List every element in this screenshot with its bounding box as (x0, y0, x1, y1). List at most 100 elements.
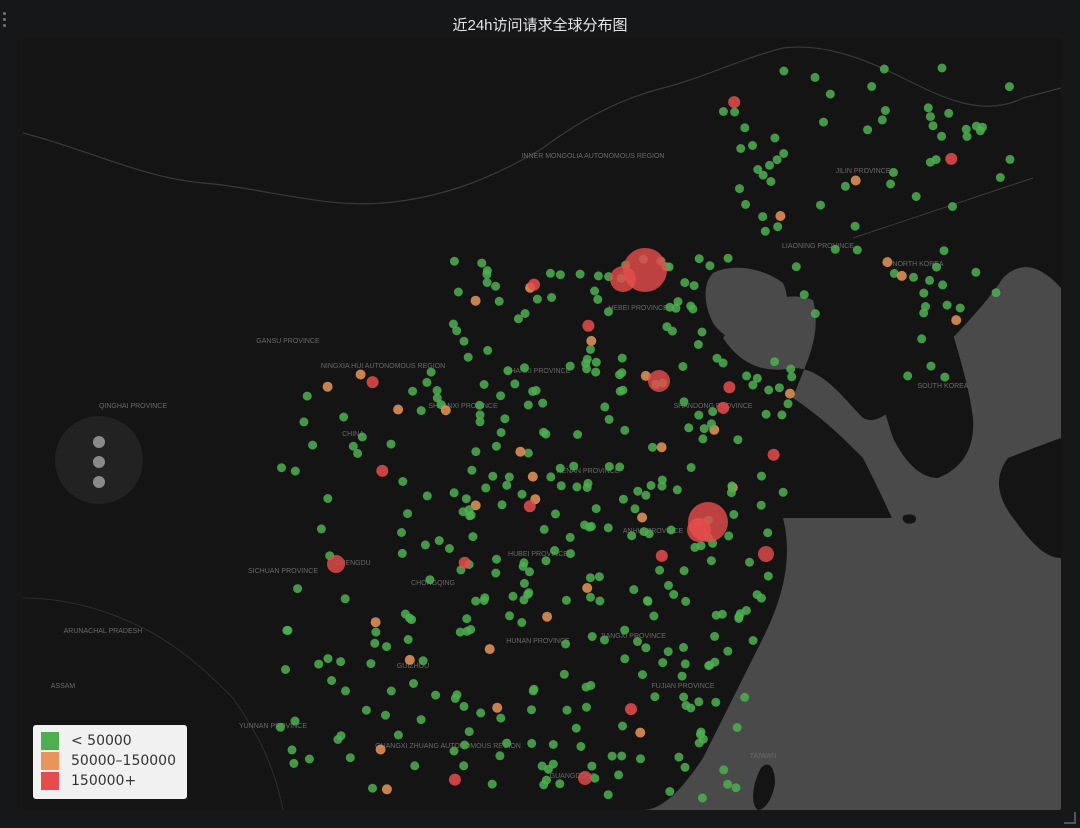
region-label: QINGHAI PROVINCE (99, 403, 167, 410)
request-point (587, 761, 597, 771)
region-label: HEBEI PROVINCE (608, 305, 668, 312)
request-point (633, 637, 642, 646)
request-point (699, 424, 709, 434)
request-point (539, 780, 549, 790)
request-point (482, 278, 492, 287)
request-point (290, 716, 300, 726)
request-point (467, 465, 477, 475)
request-hotspot (578, 771, 592, 785)
request-point (546, 472, 556, 482)
request-point (539, 524, 549, 534)
request-point (625, 703, 637, 716)
request-point (375, 744, 386, 755)
request-point (727, 481, 737, 491)
request-point (505, 611, 514, 621)
request-point (641, 643, 651, 653)
request-point (810, 72, 820, 82)
request-point (932, 262, 941, 272)
map-canvas[interactable]: CHINASOUTH KOREANORTH KOREATAIWANHEBEI P… (23, 38, 1061, 810)
request-point (336, 657, 346, 667)
request-point (620, 625, 630, 635)
request-point (475, 410, 485, 420)
panel-resize-handle[interactable] (1064, 812, 1076, 824)
request-point (299, 417, 309, 427)
request-point (889, 167, 898, 177)
request-point (523, 500, 536, 513)
legend: < 50000 50000–150000 150000+ (33, 725, 187, 799)
request-point (416, 406, 426, 416)
request-point (662, 322, 672, 332)
region-label: ARUNACHAL PRADESH (64, 628, 143, 635)
request-point (576, 742, 586, 751)
request-point (731, 783, 741, 793)
zoom-reset-dot[interactable] (93, 456, 105, 468)
world-map[interactable]: CHINA SOUTH KOREA NORTH KOREA TAIWAN HEBEI P… (23, 38, 1061, 810)
request-point (434, 536, 444, 546)
request-point (620, 654, 630, 664)
request-point (449, 488, 459, 498)
request-point (939, 246, 949, 256)
request-point (736, 144, 746, 153)
request-point (371, 627, 381, 637)
request-point (767, 448, 780, 461)
request-point (418, 656, 428, 666)
request-point (697, 793, 707, 803)
request-point (728, 96, 741, 109)
zoom-control[interactable] (55, 416, 143, 504)
request-point (919, 288, 929, 298)
request-point (381, 710, 390, 720)
legend-item-low: < 50000 (41, 731, 187, 751)
request-point (565, 361, 575, 371)
request-point (518, 561, 528, 571)
request-point (773, 222, 783, 232)
request-point (404, 654, 415, 665)
request-point (420, 540, 430, 550)
request-point (462, 614, 472, 624)
zoom-in-dot[interactable] (93, 436, 105, 448)
request-point (357, 432, 367, 442)
request-point (923, 103, 933, 113)
request-point (502, 480, 512, 490)
request-point (708, 407, 718, 417)
request-point (470, 295, 481, 306)
request-point (761, 409, 771, 419)
request-point (541, 556, 551, 566)
request-point (951, 315, 962, 326)
request-point (636, 754, 645, 764)
request-point (620, 425, 630, 435)
request-point (919, 308, 929, 318)
request-point (449, 746, 459, 756)
request-point (633, 486, 643, 496)
request-point (641, 490, 651, 500)
request-point (706, 556, 716, 566)
request-point (556, 481, 566, 491)
request-point (555, 779, 565, 789)
request-point (1004, 82, 1014, 92)
request-point (492, 554, 501, 564)
request-point (772, 155, 782, 165)
request-point (586, 680, 596, 690)
request-point (565, 532, 575, 542)
request-point (290, 466, 300, 476)
request-point (684, 423, 694, 433)
request-point (527, 471, 538, 482)
request-point (705, 261, 715, 271)
region-label: ASSAM (51, 683, 76, 690)
request-point (586, 344, 595, 354)
request-point (937, 131, 947, 141)
request-point (361, 705, 371, 715)
request-point (664, 580, 673, 590)
request-point (277, 463, 286, 473)
request-point (723, 779, 733, 789)
zoom-out-dot[interactable] (93, 476, 105, 488)
request-point (520, 363, 529, 373)
request-point (559, 669, 569, 679)
request-point (630, 504, 640, 514)
request-point (710, 657, 720, 667)
request-point (452, 690, 462, 700)
request-point (742, 371, 752, 381)
request-point (799, 290, 809, 300)
request-point (840, 181, 850, 191)
request-point (942, 300, 952, 310)
request-point (407, 615, 417, 625)
